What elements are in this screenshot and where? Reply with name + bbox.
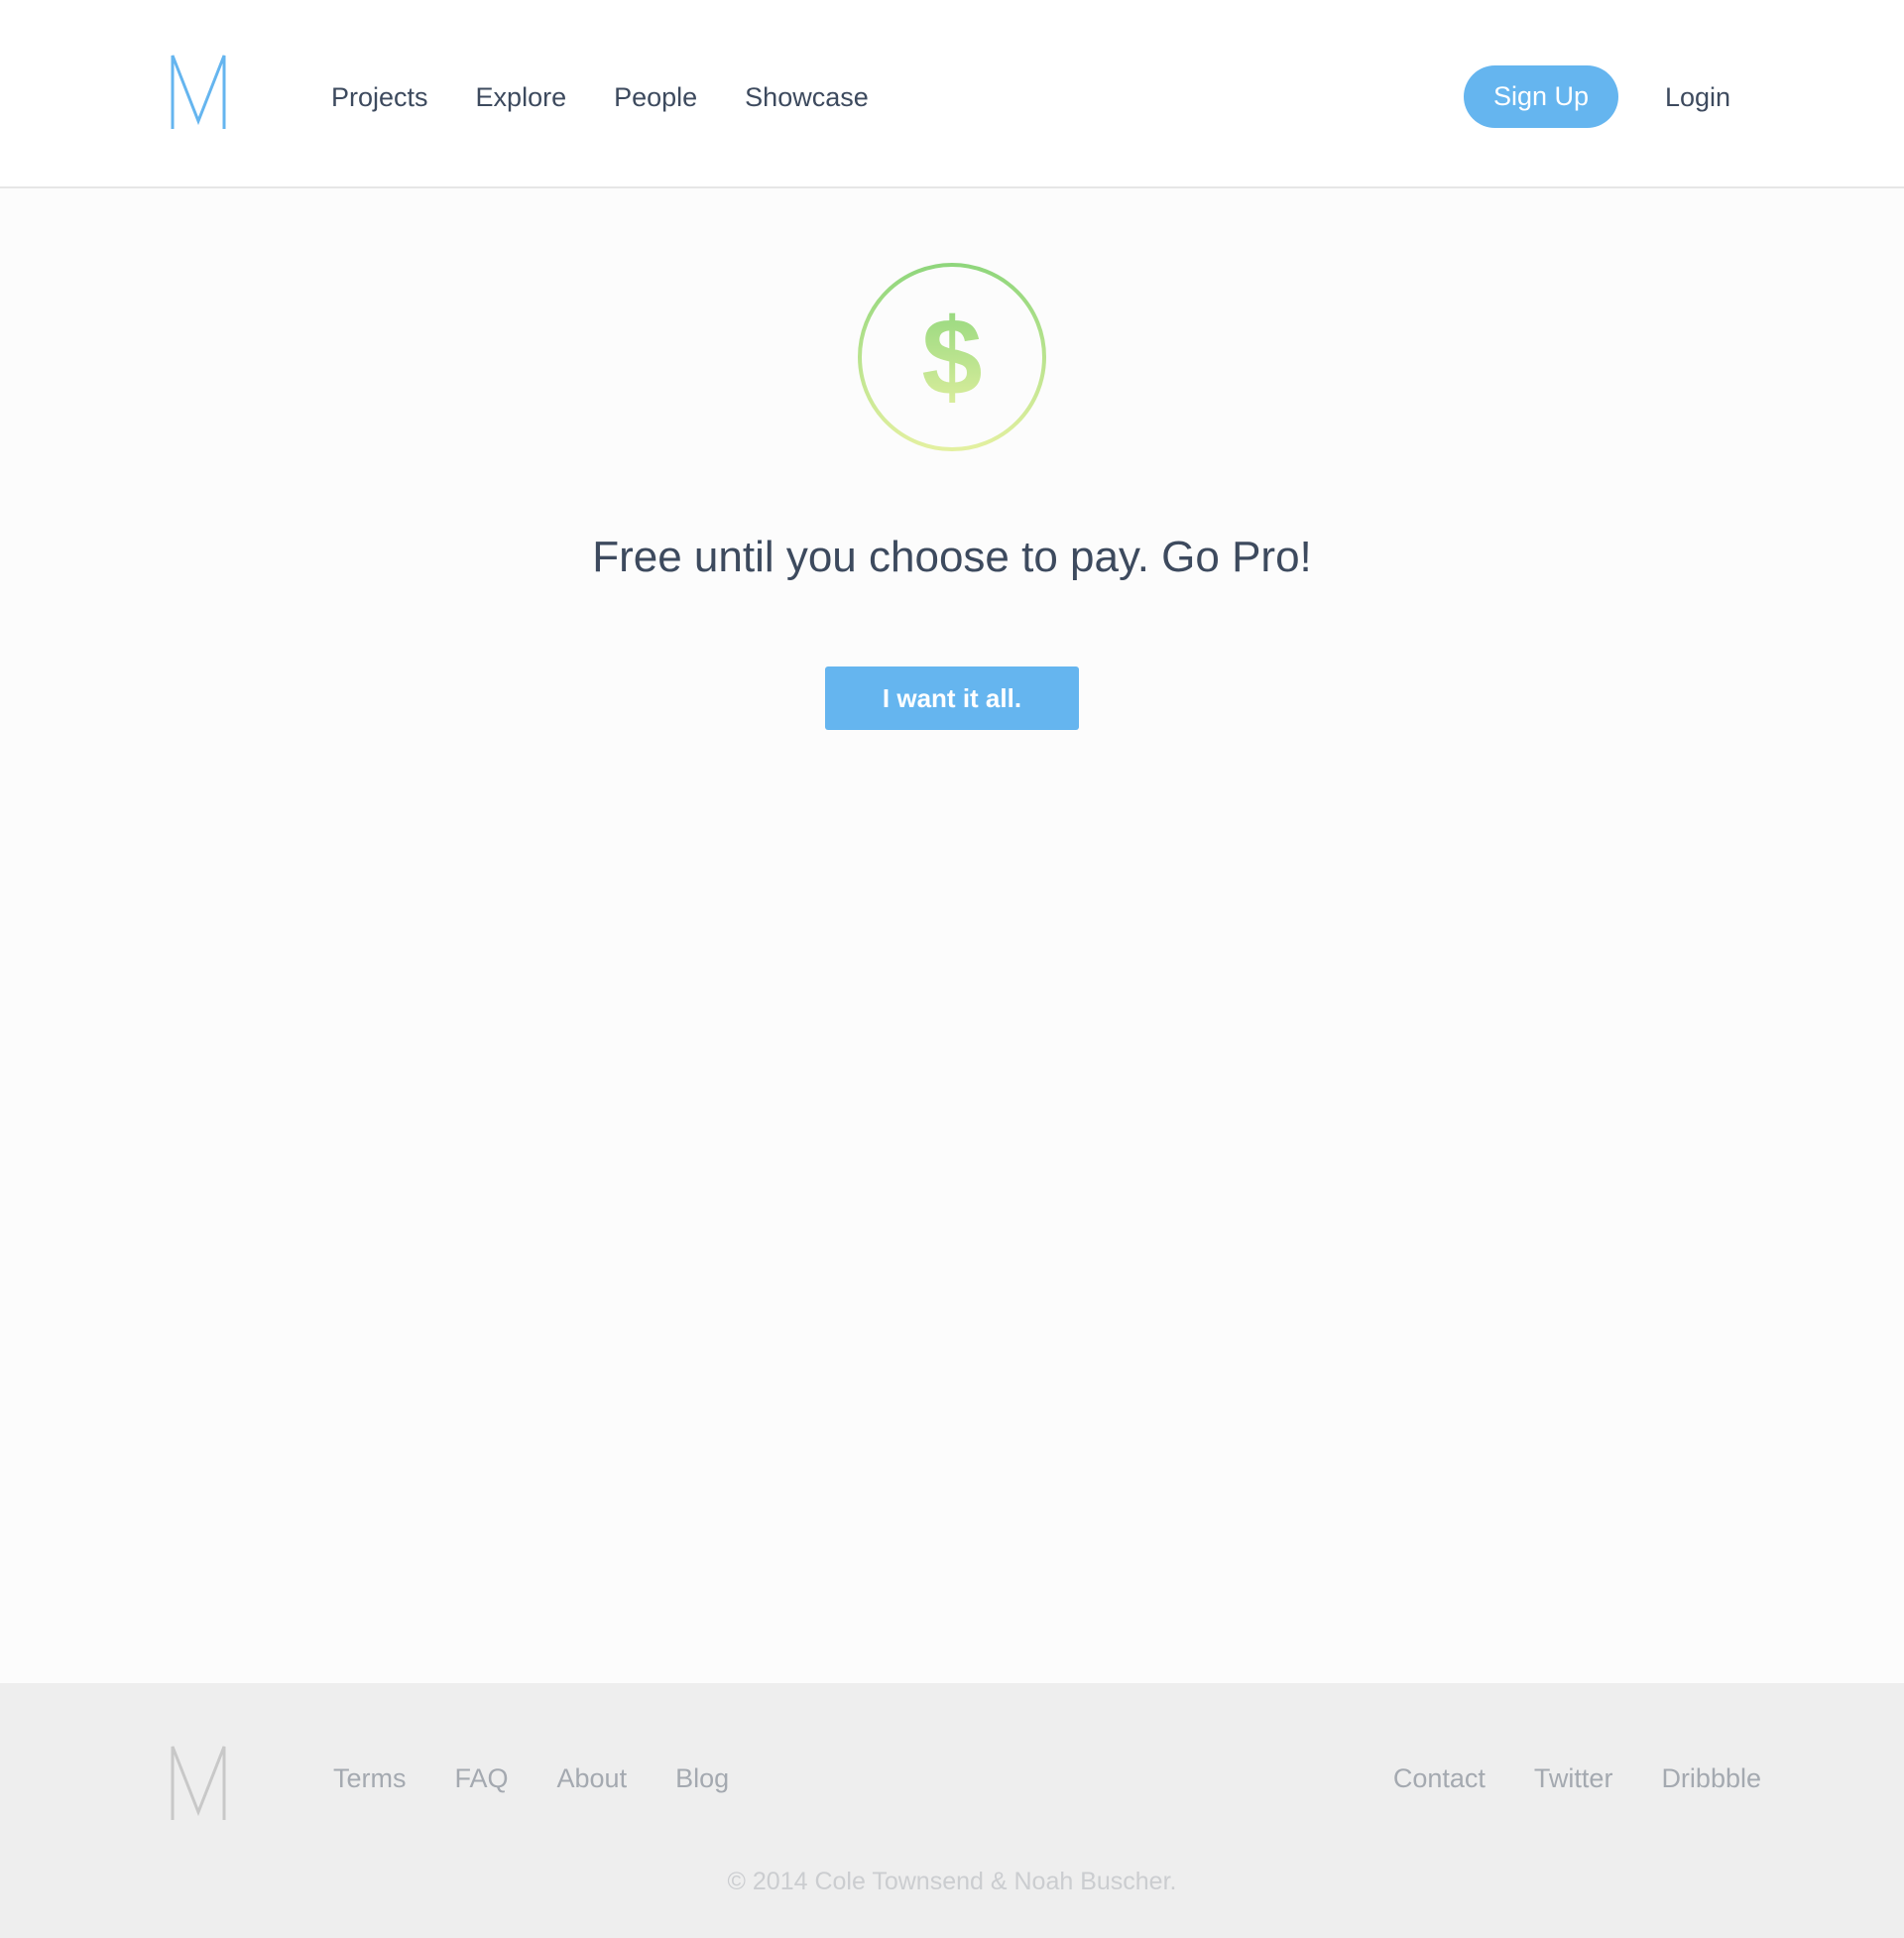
main-content: $ Free until you choose to pay. Go Pro! … (0, 188, 1904, 1683)
copyright-text: © 2014 Cole Townsend & Noah Buscher. (727, 1868, 1177, 1895)
site-footer: Terms FAQ About Blog Contact Twitter Dri… (0, 1683, 1904, 1938)
login-link[interactable]: Login (1665, 73, 1730, 121)
footer-link-twitter[interactable]: Twitter (1534, 1758, 1613, 1798)
signup-button[interactable]: Sign Up (1464, 65, 1618, 128)
logo-icon[interactable] (169, 52, 228, 131)
footer-nav-left: Terms FAQ About Blog (333, 1758, 777, 1798)
footer-link-terms[interactable]: Terms (333, 1758, 407, 1798)
go-pro-button[interactable]: I want it all. (825, 666, 1079, 730)
nav-projects[interactable]: Projects (331, 73, 428, 121)
footer-link-contact[interactable]: Contact (1393, 1758, 1486, 1798)
site-header: Projects Explore People Showcase Sign Up… (0, 0, 1904, 188)
footer-link-dribbble[interactable]: Dribbble (1661, 1758, 1761, 1798)
svg-text:$: $ (921, 297, 982, 419)
footer-link-faq[interactable]: FAQ (455, 1758, 509, 1798)
footer-nav-right: Contact Twitter Dribbble (1393, 1758, 1761, 1798)
nav-explore[interactable]: Explore (476, 73, 567, 121)
footer-link-about[interactable]: About (557, 1758, 628, 1798)
dollar-coin-icon: $ (858, 263, 1046, 451)
page-headline: Free until you choose to pay. Go Pro! (592, 533, 1312, 581)
footer-logo-icon[interactable] (169, 1743, 228, 1822)
main-nav: Projects Explore People Showcase (331, 73, 916, 121)
nav-showcase[interactable]: Showcase (745, 73, 869, 121)
nav-people[interactable]: People (614, 73, 697, 121)
footer-link-blog[interactable]: Blog (675, 1758, 729, 1798)
